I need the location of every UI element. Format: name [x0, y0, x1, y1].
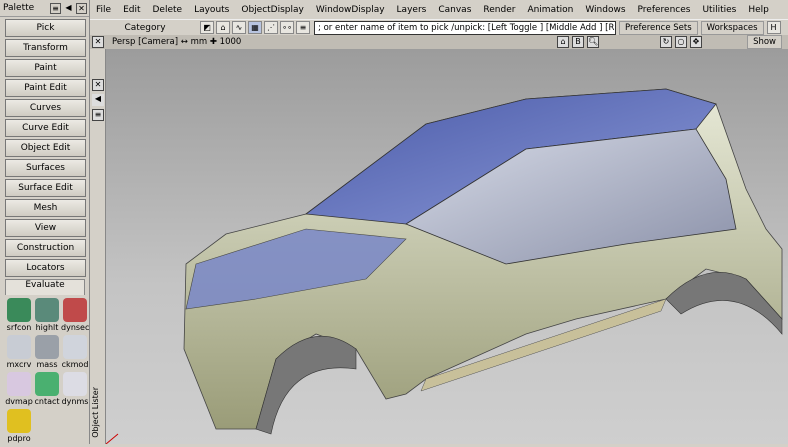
tool-dvmap[interactable]: dvmap	[5, 371, 33, 408]
viewport-title: Persp [Camera] ↔ mm ✚ 1000	[112, 37, 242, 47]
palette-button-curve-edit[interactable]: Curve Edit	[5, 119, 86, 137]
tumble-icon[interactable]: ↻	[660, 36, 672, 48]
tool-label: highlt	[35, 323, 59, 332]
palette-button-object-edit[interactable]: Object Edit	[5, 139, 86, 157]
pick-cv-icon[interactable]: ⌂	[216, 21, 230, 34]
bookmark-icon[interactable]: B	[572, 36, 584, 48]
dvmap-icon	[7, 372, 31, 396]
palette-header: Palette ≡ ◀ ✕	[0, 0, 89, 17]
menu-edit[interactable]: Edit	[117, 5, 146, 15]
workspaces-button[interactable]: Workspaces	[700, 20, 764, 35]
palette-button-surface-edit[interactable]: Surface Edit	[5, 179, 86, 197]
object-lister-label: Object Lister	[91, 387, 100, 438]
menu-layouts[interactable]: Layouts	[188, 5, 235, 15]
mxcrv-icon	[7, 335, 31, 359]
dolly-icon[interactable]: ○	[675, 36, 687, 48]
tool-label: mass	[36, 360, 58, 369]
viewport-close-icon[interactable]: ✕	[92, 36, 104, 48]
zoom-icon[interactable]: 🔍︎	[587, 36, 599, 48]
ckmod-icon	[63, 335, 87, 359]
dynsec-icon	[63, 298, 87, 322]
show-button[interactable]: Show	[747, 35, 782, 49]
cntact-icon	[35, 372, 59, 396]
menu-icon[interactable]: ≡	[50, 2, 61, 14]
tool-highlt[interactable]: highlt	[33, 297, 61, 334]
dynms-icon	[63, 372, 87, 396]
menu-animation[interactable]: Animation	[521, 5, 579, 15]
palette-button-mesh[interactable]: Mesh	[5, 199, 86, 217]
tool-label: srfcon	[6, 323, 32, 332]
tool-cntact[interactable]: cntact	[33, 371, 61, 408]
pick-object-icon[interactable]: ◩	[200, 21, 214, 34]
palette: Palette ≡ ◀ ✕ Pick Transform Paint Paint Ed…	[0, 0, 90, 444]
menu-windowdisplay[interactable]: WindowDisplay	[310, 5, 391, 15]
menu-help[interactable]: Help	[742, 5, 775, 15]
tool-label: dynms	[61, 397, 89, 406]
tool-pdpro[interactable]: pdpro	[5, 408, 33, 445]
palette-button-transform[interactable]: Transform	[5, 39, 86, 57]
menu-canvas[interactable]: Canvas	[432, 5, 477, 15]
tool-dynsec[interactable]: dynsec	[61, 297, 89, 334]
menu-utilities[interactable]: Utilities	[696, 5, 742, 15]
menu-bar: File Edit Delete Layouts ObjectDisplay Window…	[90, 0, 788, 19]
tool-label: mxcrv	[6, 360, 32, 369]
list-icon[interactable]: ≡	[296, 21, 310, 34]
toolbar: Category ◩ ⌂ ∿ ▦ ⋰ ∘∘ ≡ ; or enter name …	[90, 19, 788, 35]
tool-mxcrv[interactable]: mxcrv	[5, 334, 33, 371]
collapse-icon[interactable]: ◀	[63, 3, 74, 14]
track-icon[interactable]: ✥	[690, 36, 702, 48]
pdpro-icon	[7, 409, 31, 433]
menu-layers[interactable]: Layers	[391, 5, 433, 15]
h-icon[interactable]: H	[766, 21, 781, 34]
close-icon[interactable]: ✕	[76, 2, 87, 14]
srfcon-icon	[7, 298, 31, 322]
palette-button-locators[interactable]: Locators	[5, 259, 86, 277]
palette-button-surfaces[interactable]: Surfaces	[5, 159, 86, 177]
viewport-persp[interactable]	[105, 49, 788, 445]
tool-mass[interactable]: mass	[33, 334, 61, 371]
pick-input[interactable]: ; or enter name of item to pick /unpick:…	[314, 20, 616, 35]
viewport-header: ✕ Persp [Camera] ↔ mm ✚ 1000 ⌂ B 🔍︎ ↻ ○ …	[90, 35, 788, 49]
lister-collapse-icon[interactable]: ◀	[92, 94, 104, 106]
category-dropdown[interactable]: Category	[90, 23, 200, 33]
menu-windows[interactable]: Windows	[579, 5, 631, 15]
side-strip: ✕ ◀ ≡ Object Lister	[90, 49, 106, 444]
palette-button-paint[interactable]: Paint	[5, 59, 86, 77]
tool-label: pdpro	[7, 434, 31, 443]
tool-label: dynsec	[61, 323, 90, 332]
palette-button-paint-edit[interactable]: Paint Edit	[5, 79, 86, 97]
palette-button-view[interactable]: View	[5, 219, 86, 237]
camera-icon[interactable]: ⌂	[557, 36, 569, 48]
palette-button-curves[interactable]: Curves	[5, 99, 86, 117]
menu-objectdisplay[interactable]: ObjectDisplay	[235, 5, 310, 15]
pick-point-icon[interactable]: ⋰	[264, 21, 278, 34]
tool-label: dvmap	[5, 397, 33, 406]
pick-surface-icon[interactable]: ▦	[248, 21, 262, 34]
tool-srfcon[interactable]: srfcon	[5, 297, 33, 334]
highlt-icon	[35, 298, 59, 322]
tool-dynms[interactable]: dynms	[61, 371, 89, 408]
menu-preferences[interactable]: Preferences	[632, 5, 697, 15]
menu-delete[interactable]: Delete	[147, 5, 189, 15]
tool-ckmod[interactable]: ckmod	[61, 334, 89, 371]
palette-title: Palette	[3, 3, 35, 13]
tool-label: cntact	[34, 397, 60, 406]
menu-file[interactable]: File	[90, 5, 117, 15]
menu-render[interactable]: Render	[477, 5, 521, 15]
lister-menu-icon[interactable]: ≡	[92, 109, 104, 121]
car-model	[105, 88, 783, 445]
lister-close-icon[interactable]: ✕	[92, 79, 104, 91]
palette-button-construction[interactable]: Construction	[5, 239, 86, 257]
tab-evaluate[interactable]: Evaluate	[5, 279, 85, 295]
tool-label: ckmod	[61, 360, 89, 369]
palette-button-pick[interactable]: Pick	[5, 19, 86, 37]
pick-more-icon[interactable]: ∘∘	[280, 21, 294, 34]
mass-icon	[35, 335, 59, 359]
preference-sets-button[interactable]: Preference Sets	[619, 20, 698, 35]
pick-curve-icon[interactable]: ∿	[232, 21, 246, 34]
